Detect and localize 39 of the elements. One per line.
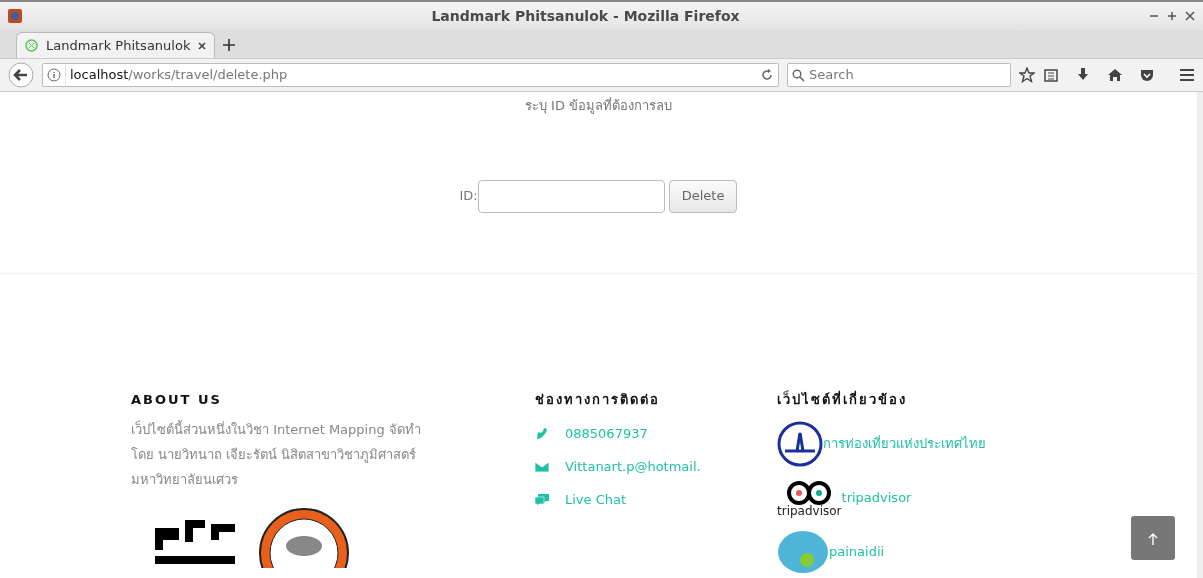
new-tab-icon[interactable] bbox=[223, 39, 236, 51]
contact-heading: ช่องทางการติดต่อ bbox=[535, 390, 661, 409]
related-site-link[interactable]: painaidii bbox=[829, 542, 885, 562]
delete-button[interactable]: Delete bbox=[668, 179, 738, 213]
related-sites-heading: เว็ปไซต์ที่เกี่ยวข้อง bbox=[777, 389, 908, 409]
phone-icon bbox=[535, 426, 549, 441]
window-title: Landmark Phitsanulok - Mozilla Firefox bbox=[430, 6, 741, 26]
envelope-icon bbox=[535, 459, 549, 474]
contact-link[interactable]: 0885067937 bbox=[565, 423, 648, 444]
about-heading: ABOUT US bbox=[131, 390, 223, 409]
owl-eyes-logo bbox=[787, 479, 832, 505]
close-icon[interactable] bbox=[1185, 11, 1195, 21]
up-arrow-icon bbox=[1148, 531, 1158, 546]
info-icon[interactable] bbox=[47, 68, 61, 82]
bookmark-star-icon[interactable] bbox=[1019, 67, 1035, 83]
search-icon bbox=[792, 68, 805, 82]
site-icon bbox=[25, 39, 38, 52]
browser-tab[interactable]: Landmark Phitsanulok bbox=[16, 32, 216, 58]
id-label: ID: bbox=[459, 187, 478, 206]
id-input-field[interactable] bbox=[477, 179, 665, 213]
maximize-icon[interactable] bbox=[1167, 11, 1177, 21]
parrot-logo bbox=[777, 530, 829, 574]
reload-icon[interactable] bbox=[760, 68, 774, 82]
back-icon[interactable] bbox=[8, 62, 34, 88]
related-site-link[interactable]: tripadvisor bbox=[841, 488, 912, 508]
instruction-text: ระบุ ID ข้อมูลที่ต้องการลบ bbox=[524, 98, 673, 113]
home-icon[interactable] bbox=[1107, 67, 1123, 83]
pocket-icon[interactable] bbox=[1139, 67, 1155, 83]
search-field[interactable]: Search bbox=[787, 63, 1011, 87]
tourism-authority-logo bbox=[777, 421, 823, 467]
contact-link[interactable]: Vittanart.p@hotmail. bbox=[565, 456, 701, 477]
reading-list-icon[interactable] bbox=[1043, 67, 1059, 83]
menu-icon[interactable] bbox=[1179, 67, 1195, 83]
close-tab-icon[interactable] bbox=[198, 41, 207, 50]
related-site-link[interactable]: การท่องเที่ยวแห่งประเทศไทย bbox=[823, 434, 986, 454]
about-text: เว็ปไซต์นี้ส่วนหนึ่งในวิชา Internet Mapping จัดทำโดย นายวิทนาถ เจียะรัตน์ นิสิตสาขาวิชาภูมิศาสตร์ มหาวิทยาลัยนเศวร bbox=[131, 419, 422, 489]
chat-bubbles-icon bbox=[535, 492, 549, 507]
tripadvisor-logo-text: tripadvisor bbox=[777, 505, 842, 517]
contact-link[interactable]: Live Chat bbox=[565, 489, 627, 510]
